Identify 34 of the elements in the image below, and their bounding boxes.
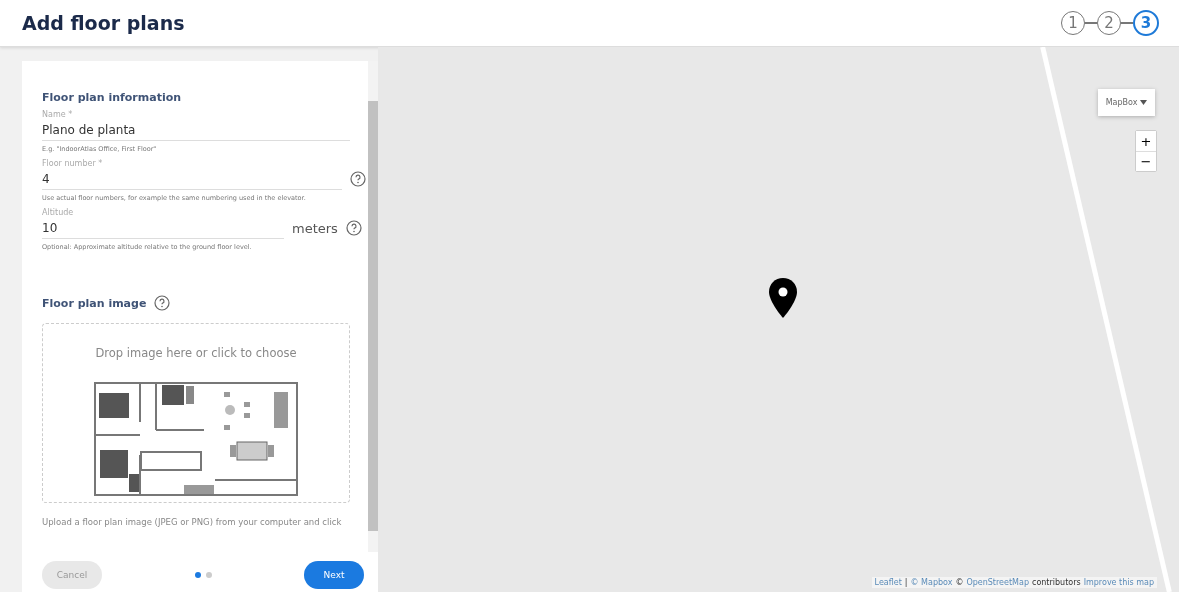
next-button[interactable]: Next	[304, 561, 364, 589]
cancel-button[interactable]: Cancel	[42, 561, 102, 589]
scrollbar[interactable]	[368, 61, 378, 552]
attribution-text: |	[904, 578, 908, 587]
image-drop-zone[interactable]: Drop image here or click to choose	[42, 323, 350, 503]
map-view[interactable]: MapBox + − Leaflet | © Mapbox © OpenStreetMap contributors Improve this map	[378, 47, 1179, 592]
input-field[interactable]: Plano de planta	[42, 119, 350, 141]
field-label: Name *	[42, 110, 74, 119]
step-indicator[interactable]: 3	[1133, 10, 1159, 36]
field-label: Altitude	[42, 208, 75, 217]
section-title: Floor plan information	[42, 91, 183, 104]
attribution-link[interactable]: Leaflet	[874, 578, 902, 587]
upload-hint: Upload a floor plan image (JPEG or PNG) from your computer and click	[42, 517, 343, 527]
input-field[interactable]: 4	[42, 168, 342, 190]
layer-dropdown[interactable]: MapBox	[1097, 89, 1155, 116]
help-icon[interactable]	[345, 220, 362, 236]
unit-label: meters	[292, 220, 338, 236]
attribution-link[interactable]: Improve this map	[1083, 578, 1154, 587]
caret-icon	[1140, 100, 1147, 105]
section-title: Floor plan image	[42, 296, 147, 310]
page-title: Add floor plans	[22, 12, 185, 34]
help-icon[interactable]	[154, 295, 171, 311]
field-label: Floor number *	[42, 159, 104, 168]
zoom-out-button[interactable]: −	[1136, 151, 1156, 171]
drop-text: Drop image here or click to choose	[95, 346, 297, 360]
help-icon[interactable]	[350, 171, 366, 187]
attribution-text: contributors	[1032, 578, 1081, 587]
attribution-text: ©	[955, 578, 964, 587]
map-pin-icon[interactable]	[769, 278, 797, 318]
attribution-link[interactable]: OpenStreetMap	[966, 578, 1029, 587]
page-dot[interactable]	[194, 572, 201, 578]
attribution-link[interactable]: © Mapbox	[910, 578, 953, 587]
page-dot[interactable]	[205, 572, 212, 578]
input-field[interactable]: 10	[42, 217, 284, 239]
